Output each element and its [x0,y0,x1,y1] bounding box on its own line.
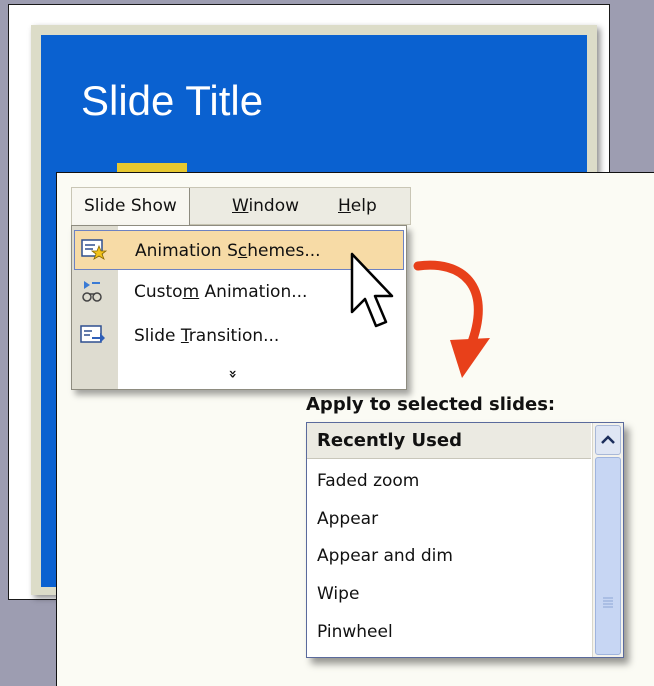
menu-bar: Slide Show Window Help [71,187,411,228]
slide-transition-icon [80,323,106,347]
menu-help[interactable]: Help [338,188,377,224]
menu-item-label: Animation Schemes... [135,241,321,261]
list-item-appear[interactable]: Appear [317,509,378,529]
slide-title: Slide Title [81,77,264,124]
grip-icon [603,597,613,608]
animation-schemes-list[interactable]: Recently Used Faded zoom Appear Appear a… [306,422,624,658]
list-item-appear-and-dim[interactable]: Appear and dim [317,546,453,566]
expand-chevron-icon[interactable]: » [225,369,241,378]
scroll-thumb[interactable] [595,457,621,655]
list-item-wipe[interactable]: Wipe [317,584,359,604]
apply-to-label: Apply to selected slides: [306,394,556,415]
list-group-header: Recently Used [307,423,591,459]
custom-animation-icon [80,279,106,303]
animation-schemes-icon [81,238,108,262]
scroll-up-button[interactable] [595,425,621,455]
curved-arrow-icon [413,260,490,378]
chevron-up-icon [601,435,615,444]
list-scrollbar[interactable] [592,423,623,657]
menu-item-label: Slide Transition... [134,326,280,346]
list-item-pinwheel[interactable]: Pinwheel [317,622,393,642]
menu-window[interactable]: Window [232,188,299,224]
list-item-faded-zoom[interactable]: Faded zoom [317,471,419,491]
menu-item-label: Custom Animation... [134,282,308,302]
mouse-cursor-icon [350,252,394,328]
menu-slide-show[interactable]: Slide Show [72,188,190,228]
